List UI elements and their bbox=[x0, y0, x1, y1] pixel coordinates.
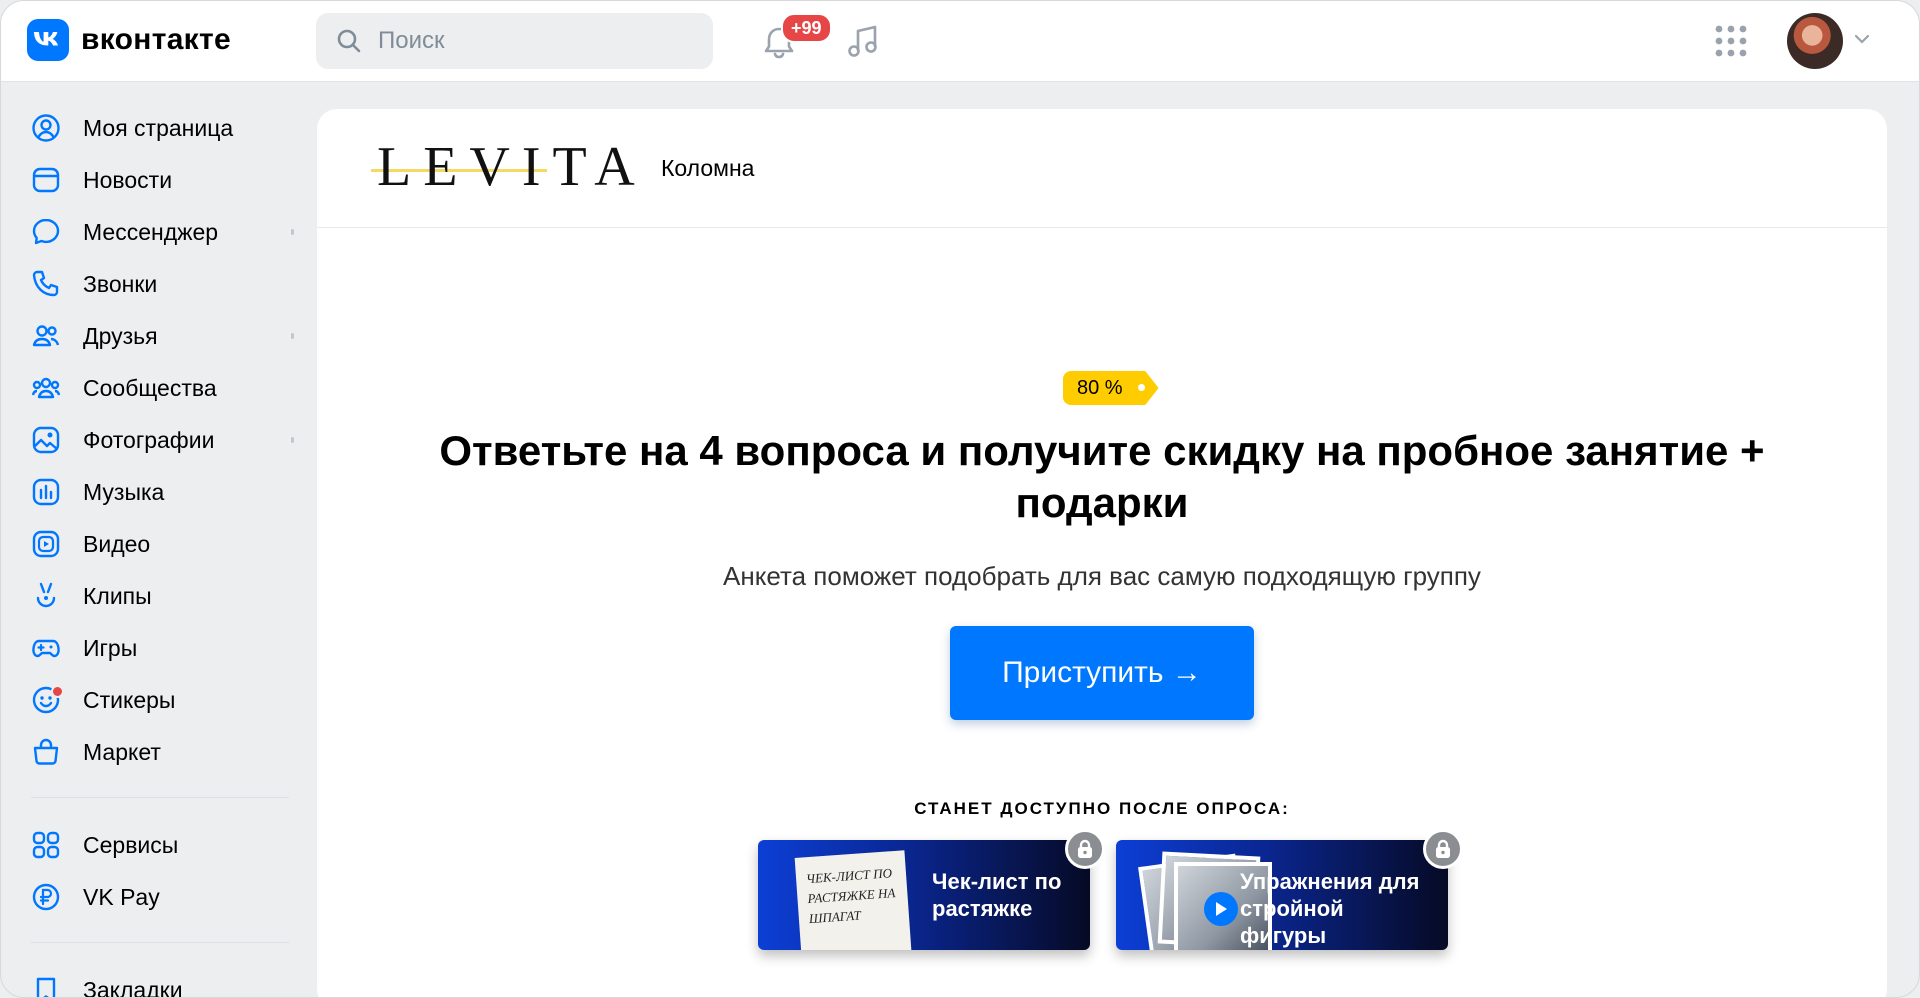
available-after-label: СТАНЕТ ДОСТУПНО ПОСЛЕ ОПРОСА: bbox=[914, 799, 1290, 818]
sidebar-item-calls[interactable]: Звонки bbox=[1, 257, 311, 309]
brand-name: вконтакте bbox=[81, 23, 231, 56]
bookmark-icon bbox=[36, 977, 56, 997]
sidebar-item-label: Фотографии bbox=[83, 427, 215, 453]
bonus-card-exercises[interactable]: Упражнения для стройной фигуры bbox=[1116, 840, 1448, 950]
sidebar-item-bookmarks[interactable]: Закладки bbox=[1, 963, 311, 998]
services-grid-icon bbox=[32, 831, 60, 859]
play-icon bbox=[1204, 892, 1238, 926]
sidebar-item-label: Сообщества bbox=[83, 375, 217, 401]
search-icon bbox=[337, 29, 361, 53]
sidebar-item-label: Закладки bbox=[83, 977, 183, 998]
message-icon bbox=[32, 218, 60, 245]
sidebar-item-label: Сервисы bbox=[83, 832, 179, 858]
sidebar-item-stickers[interactable]: Стикеры bbox=[1, 673, 311, 725]
levita-logo-text: LEVITA bbox=[377, 136, 647, 198]
sidebar-item-label: Новости bbox=[83, 167, 173, 193]
chevron-down-icon[interactable] bbox=[1854, 34, 1870, 44]
sidebar-item-label: Музыка bbox=[83, 479, 165, 505]
more-indicator bbox=[291, 229, 294, 235]
sidebar-item-vkpay[interactable]: VK Pay bbox=[1, 870, 311, 922]
bonus-card-checklist[interactable]: ЧЕК-ЛИСТ ПО РАСТЯЖКЕ НА ШПАГАТ Чек-лист … bbox=[758, 840, 1090, 950]
quiz-subtitle: Анкета поможет подобрать для вас самую п… bbox=[723, 561, 1481, 591]
exercise-photos-thumbnail bbox=[1138, 848, 1272, 950]
sidebar-item-label: Друзья bbox=[83, 323, 158, 349]
quiz-headline: Ответьте на 4 вопроса и получите скидку … bbox=[439, 427, 1765, 526]
clips-icon bbox=[36, 582, 56, 608]
photos-icon bbox=[32, 426, 60, 454]
vk-logo-icon bbox=[27, 19, 69, 61]
start-quiz-button[interactable]: Приступить → bbox=[950, 626, 1254, 720]
notification-dot bbox=[51, 685, 64, 698]
quiz-card: LEVITA Коломна 80 % Ответьте на 4 вопрос… bbox=[317, 109, 1887, 997]
sidebar-item-news[interactable]: Новости bbox=[1, 153, 311, 205]
market-bag-icon bbox=[33, 738, 59, 765]
tag-hole bbox=[1137, 384, 1145, 391]
discount-tag-label: 80 % bbox=[1077, 377, 1123, 399]
left-sidebar: Моя страница Новости Мессенджер Звонки Д… bbox=[1, 101, 311, 998]
discount-tag: 80 % bbox=[1063, 371, 1159, 405]
vkpay-icon bbox=[32, 883, 60, 911]
sidebar-item-label: Видео bbox=[83, 531, 151, 557]
sidebar-item-my-page[interactable]: Моя страница bbox=[1, 101, 311, 153]
sidebar-item-music[interactable]: Музыка bbox=[1, 465, 311, 517]
vk-logo[interactable]: вконтакте bbox=[27, 19, 231, 61]
user-circle-icon bbox=[32, 114, 60, 142]
sidebar-item-video[interactable]: Видео bbox=[1, 517, 311, 569]
more-indicator bbox=[291, 437, 294, 443]
bonus-title: Упражнения для стройной фигуры bbox=[1240, 869, 1420, 948]
communities-icon bbox=[31, 377, 61, 399]
sidebar-item-label: Мессенджер bbox=[83, 219, 219, 245]
friends-icon bbox=[32, 325, 60, 347]
sidebar-item-label: Моя страница bbox=[83, 115, 234, 141]
app-window: вконтакте +99 Моя страница Новости Мессе… bbox=[0, 0, 1920, 998]
search-input[interactable] bbox=[376, 26, 700, 56]
phone-icon bbox=[32, 270, 59, 297]
sidebar-item-games[interactable]: Игры bbox=[1, 621, 311, 673]
newsfeed-icon bbox=[32, 167, 60, 193]
lock-icon bbox=[1065, 829, 1105, 869]
card-header: LEVITA Коломна bbox=[317, 109, 1887, 228]
sidebar-item-label: Стикеры bbox=[83, 687, 176, 713]
video-icon bbox=[32, 530, 60, 558]
sidebar-item-messenger[interactable]: Мессенджер bbox=[1, 205, 311, 257]
sidebar-item-label: Игры bbox=[83, 635, 138, 661]
sidebar-item-label: Клипы bbox=[83, 583, 152, 609]
sidebar-item-photos[interactable]: Фотографии bbox=[1, 413, 311, 465]
sidebar-divider bbox=[31, 797, 289, 798]
gamepad-icon bbox=[32, 639, 60, 658]
avatar[interactable] bbox=[1787, 13, 1843, 69]
checklist-thumbnail: ЧЕК-ЛИСТ ПО РАСТЯЖКЕ НА ШПАГАТ bbox=[794, 850, 912, 950]
sidebar-divider bbox=[31, 942, 289, 943]
bonus-title: Чек-лист по растяжке bbox=[932, 869, 1062, 921]
music-icon[interactable] bbox=[843, 21, 883, 61]
sidebar-item-label: Звонки bbox=[83, 271, 158, 297]
apps-grid-icon[interactable] bbox=[1713, 23, 1749, 59]
sidebar-item-label: Маркет bbox=[83, 739, 161, 765]
levita-logo: LEVITA bbox=[371, 137, 635, 197]
more-indicator bbox=[291, 333, 294, 339]
sidebar-item-market[interactable]: Маркет bbox=[1, 725, 311, 777]
sidebar-item-clips[interactable]: Клипы bbox=[1, 569, 311, 621]
music-icon bbox=[32, 478, 60, 506]
sidebar-item-communities[interactable]: Сообщества bbox=[1, 361, 311, 413]
city-label: Коломна bbox=[661, 155, 755, 181]
sidebar-item-label: VK Pay bbox=[83, 884, 160, 910]
top-bar: вконтакте +99 bbox=[1, 1, 1919, 82]
notifications-badge: +99 bbox=[781, 13, 832, 43]
sidebar-item-friends[interactable]: Друзья bbox=[1, 309, 311, 361]
sidebar-item-services[interactable]: Сервисы bbox=[1, 818, 311, 870]
search-box[interactable] bbox=[316, 13, 713, 69]
lock-icon bbox=[1423, 829, 1463, 869]
